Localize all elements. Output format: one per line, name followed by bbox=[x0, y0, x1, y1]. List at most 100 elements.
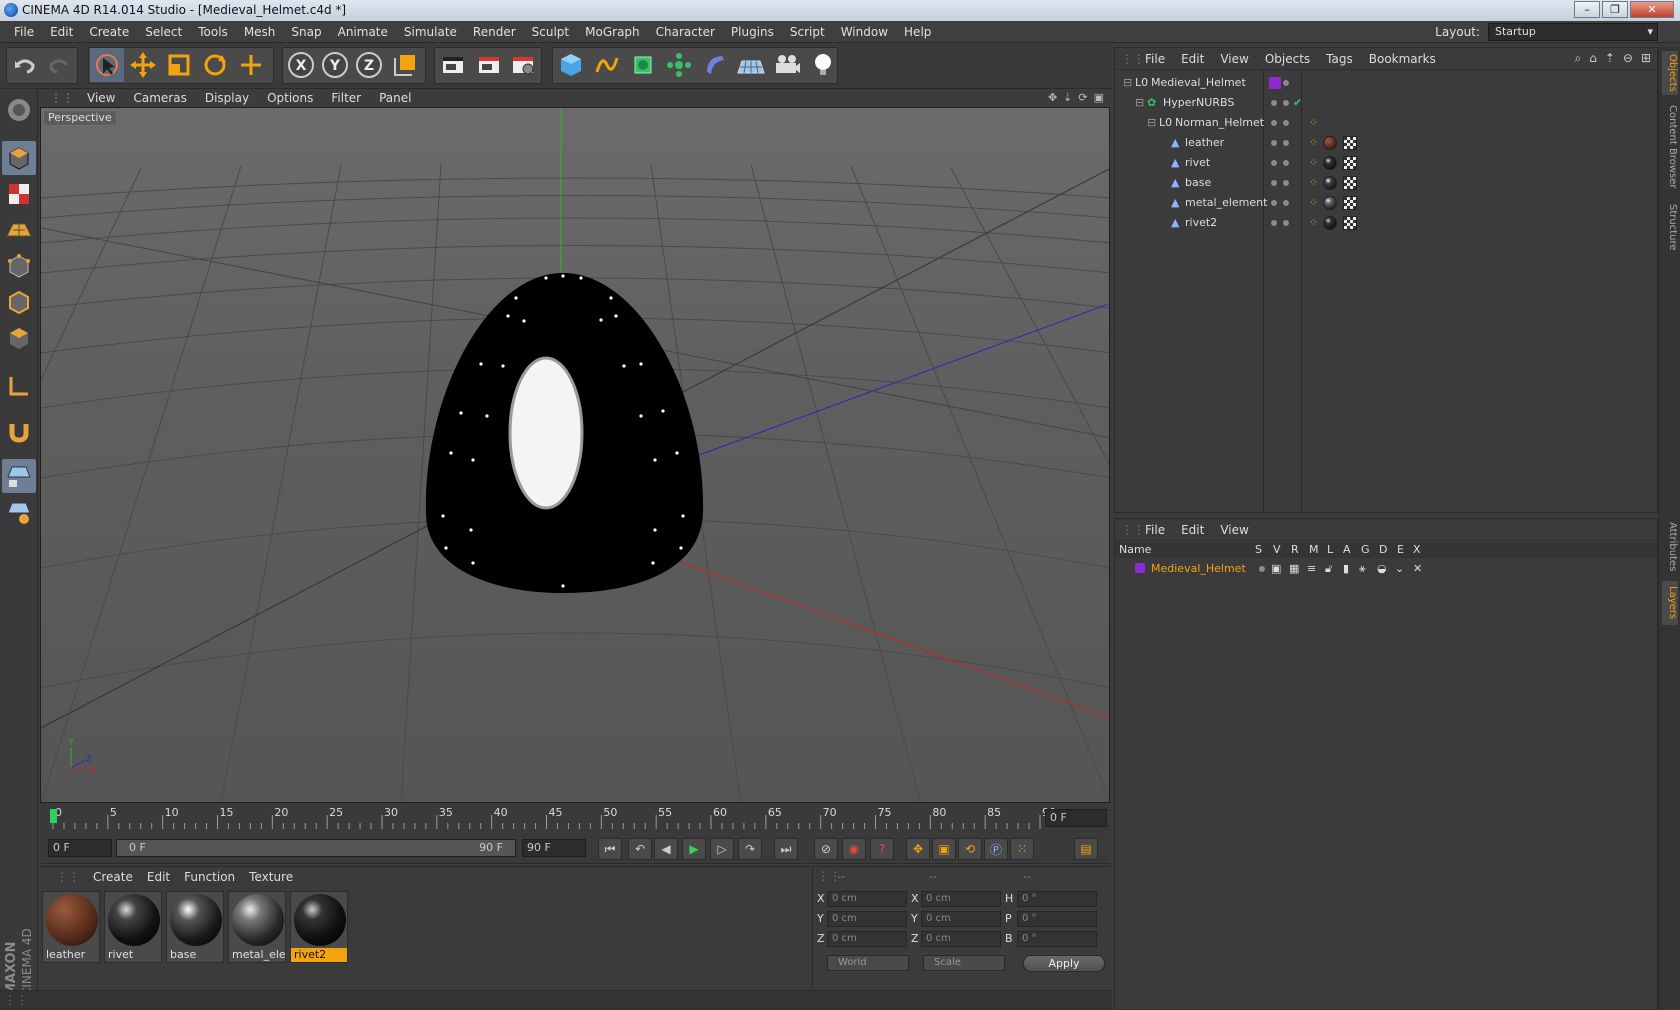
material-leather[interactable]: leather bbox=[42, 891, 100, 963]
uvw-tag-icon[interactable] bbox=[1343, 216, 1357, 230]
plus-icon[interactable] bbox=[234, 48, 268, 82]
current-frame-field[interactable]: 0 F bbox=[1045, 809, 1107, 827]
make-editable-icon[interactable] bbox=[2, 93, 36, 127]
material-menu-edit[interactable]: Edit bbox=[140, 870, 177, 884]
object-row-rivet[interactable]: ▲ rivet ⁘ bbox=[1115, 153, 1657, 173]
array-icon[interactable] bbox=[662, 48, 696, 82]
phong-tag-icon[interactable]: ⁘ bbox=[1309, 173, 1318, 193]
polygons-mode-icon[interactable] bbox=[2, 321, 36, 355]
uvw-tag-icon[interactable] bbox=[1343, 176, 1357, 190]
menu-mesh[interactable]: Mesh bbox=[236, 21, 284, 43]
home-icon[interactable]: ⌂ bbox=[1589, 51, 1597, 66]
material-tag-icon[interactable] bbox=[1323, 176, 1337, 190]
model-mode-icon[interactable] bbox=[2, 141, 36, 175]
viewport-canvas[interactable]: Y X Z bbox=[41, 108, 1110, 803]
workplane-mode-icon[interactable] bbox=[2, 213, 36, 247]
collapse-toggle-icon[interactable]: ⊟ bbox=[1147, 113, 1156, 133]
collapse-toggle-icon[interactable]: ⊟ bbox=[1123, 73, 1132, 93]
uvw-tag-icon[interactable] bbox=[1343, 136, 1357, 150]
toggle-layout-icon[interactable]: ▣ bbox=[1094, 91, 1104, 104]
x-axis-icon[interactable]: X bbox=[284, 48, 318, 82]
material-rivet[interactable]: rivet bbox=[104, 891, 162, 963]
objects-menu-objects[interactable]: Objects bbox=[1257, 52, 1318, 66]
start-frame-field[interactable]: 0 F bbox=[48, 839, 112, 857]
go-to-start-icon[interactable]: ⏮ bbox=[598, 838, 622, 860]
z-axis-icon[interactable]: Z bbox=[352, 48, 386, 82]
preview-range-slider[interactable]: 0 F 90 F bbox=[116, 839, 516, 857]
object-row-norman-helmet[interactable]: ⊟ L0 Norman_Helmet ⁘ bbox=[1115, 113, 1657, 133]
camera-icon[interactable] bbox=[770, 48, 804, 82]
objects-menu-bookmarks[interactable]: Bookmarks bbox=[1361, 52, 1444, 66]
undo-icon[interactable] bbox=[8, 48, 42, 82]
render-view-icon[interactable] bbox=[436, 48, 470, 82]
menu-character[interactable]: Character bbox=[648, 21, 723, 43]
menu-plugins[interactable]: Plugins bbox=[723, 21, 782, 43]
new-view-icon[interactable]: ⊞ bbox=[1641, 51, 1651, 66]
material-tag-icon[interactable] bbox=[1323, 156, 1337, 170]
tab-attributes[interactable]: Attributes bbox=[1662, 517, 1678, 577]
layer-render-icon[interactable]: ▦ bbox=[1289, 559, 1299, 579]
up-level-icon[interactable]: ⇡ bbox=[1605, 51, 1615, 66]
objects-menu-tags[interactable]: Tags bbox=[1318, 52, 1361, 66]
tab-objects[interactable]: Objects bbox=[1662, 51, 1678, 95]
next-key-icon[interactable]: ↷ bbox=[738, 838, 762, 860]
timeline-ruler[interactable]: 051015202530354045505560657075808590 0 F bbox=[40, 805, 1110, 833]
menu-sculpt[interactable]: Sculpt bbox=[524, 21, 577, 43]
zoom-view-icon[interactable]: ⇣ bbox=[1063, 91, 1072, 104]
layers-menu-view[interactable]: View bbox=[1212, 523, 1256, 537]
viewport-menu-cameras[interactable]: Cameras bbox=[124, 91, 195, 105]
menu-tools[interactable]: Tools bbox=[190, 21, 236, 43]
pan-view-icon[interactable]: ✥ bbox=[1048, 91, 1057, 104]
end-frame-field[interactable]: 90 F bbox=[522, 839, 586, 857]
layer-xref-icon[interactable]: ✕ bbox=[1413, 559, 1422, 579]
scale-icon[interactable] bbox=[162, 48, 196, 82]
rotation-b-field[interactable]: 0 ° bbox=[1017, 931, 1097, 947]
render-picture-viewer-icon[interactable] bbox=[472, 48, 506, 82]
menu-help[interactable]: Help bbox=[896, 21, 939, 43]
spline-icon[interactable] bbox=[590, 48, 624, 82]
minimize-button[interactable]: – bbox=[1574, 1, 1600, 18]
menu-window[interactable]: Window bbox=[833, 21, 896, 43]
key-parameter-icon[interactable]: Ⓟ bbox=[984, 838, 1008, 860]
close-button[interactable]: ✕ bbox=[1630, 1, 1674, 18]
y-axis-icon[interactable]: Y bbox=[318, 48, 352, 82]
layer-visible-icon[interactable]: ▣ bbox=[1271, 559, 1281, 579]
material-menu-texture[interactable]: Texture bbox=[242, 870, 300, 884]
search-icon[interactable]: ⌕ bbox=[1574, 51, 1581, 66]
objects-menu-view[interactable]: View bbox=[1212, 52, 1256, 66]
autokeying-icon[interactable]: ◉ bbox=[842, 838, 866, 860]
viewport-menu-panel[interactable]: Panel bbox=[370, 91, 420, 105]
tab-structure[interactable]: Structure bbox=[1662, 199, 1678, 255]
rotate-icon[interactable] bbox=[198, 48, 232, 82]
layer-color-swatch[interactable] bbox=[1135, 563, 1145, 573]
material-menu-create[interactable]: Create bbox=[86, 870, 140, 884]
record-keys-icon[interactable]: ⊘ bbox=[814, 838, 838, 860]
collapse-icon[interactable]: ⊖ bbox=[1623, 51, 1633, 66]
layer-color-swatch[interactable] bbox=[1269, 77, 1281, 89]
tab-content-browser[interactable]: Content Browser bbox=[1662, 99, 1678, 195]
keyframe-selection-icon[interactable]: ? bbox=[870, 838, 894, 860]
texture-mode-icon[interactable] bbox=[2, 177, 36, 211]
menu-file[interactable]: File bbox=[6, 21, 42, 43]
next-frame-icon[interactable]: ▷ bbox=[710, 838, 734, 860]
size-x-field[interactable]: 0 cm bbox=[921, 891, 1001, 907]
previous-key-icon[interactable]: ↶ bbox=[628, 838, 652, 860]
coordinate-mode-select[interactable]: World bbox=[827, 955, 909, 971]
object-row-leather[interactable]: ▲ leather ⁘ bbox=[1115, 133, 1657, 153]
material-tag-icon[interactable] bbox=[1323, 216, 1337, 230]
viewport-menu-display[interactable]: Display bbox=[196, 91, 258, 105]
nurbs-icon[interactable] bbox=[626, 48, 660, 82]
key-rotation-icon[interactable]: ⟲ bbox=[958, 838, 982, 860]
uvw-tag-icon[interactable] bbox=[1343, 156, 1357, 170]
key-scale-icon[interactable]: ▣ bbox=[932, 838, 956, 860]
phong-tag-icon[interactable]: ⁘ bbox=[1309, 193, 1318, 213]
go-to-end-icon[interactable]: ⏭ bbox=[774, 838, 798, 860]
viewport-menu-options[interactable]: Options bbox=[258, 91, 322, 105]
maximize-button[interactable]: ❐ bbox=[1602, 1, 1628, 18]
tab-layers[interactable]: Layers bbox=[1662, 581, 1678, 625]
menu-mograph[interactable]: MoGraph bbox=[577, 21, 648, 43]
phong-tag-icon[interactable]: ⁘ bbox=[1309, 133, 1318, 153]
live-selection-icon[interactable] bbox=[90, 48, 124, 82]
viewport-menu-filter[interactable]: Filter bbox=[322, 91, 370, 105]
phong-tag-icon[interactable]: ⁘ bbox=[1309, 113, 1318, 133]
